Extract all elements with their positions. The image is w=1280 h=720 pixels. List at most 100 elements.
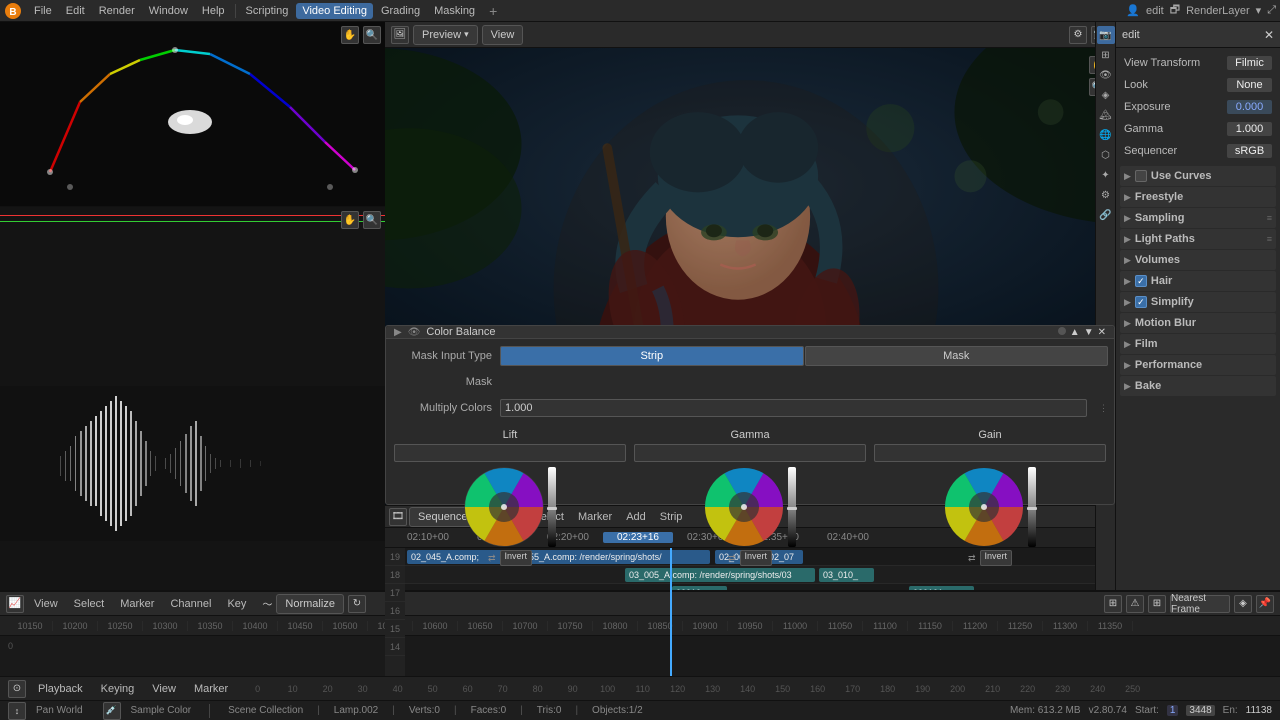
lift-input-bar[interactable] (394, 444, 626, 462)
simplify-checkbox[interactable]: ✓ (1135, 296, 1147, 308)
cb-expand-icon[interactable]: ▶ (394, 327, 402, 338)
end-frame-value[interactable]: 11138 (1246, 705, 1272, 716)
zoom-btn[interactable]: 🔍 (363, 26, 381, 44)
preview-icon-btn[interactable]: 🖼 (391, 26, 409, 44)
view-btn[interactable]: View (482, 25, 524, 45)
vt-value[interactable]: Filmic (1227, 56, 1272, 70)
multiply-input[interactable]: 1.000 (500, 399, 1087, 417)
hair-checkbox[interactable]: ✓ (1135, 275, 1147, 287)
anim-pin-btn[interactable]: 📌 (1256, 595, 1274, 613)
sidebar-icon-particles[interactable]: ✦ (1097, 166, 1115, 184)
section-use-curves[interactable]: ▶ Use Curves (1120, 166, 1276, 186)
anim-menu-view[interactable]: View (28, 596, 64, 612)
sidebar-icon-physics[interactable]: ⚙ (1097, 186, 1115, 204)
menu-window[interactable]: Window (143, 3, 194, 19)
pan-world-icon[interactable]: ↕ (8, 702, 26, 720)
sidebar-icon-render[interactable]: 📷 (1097, 26, 1115, 44)
menu-edit[interactable]: Edit (60, 3, 91, 19)
preview-settings-btn[interactable]: ⚙ (1069, 26, 1087, 44)
anim-settings1[interactable]: ⊞ (1104, 595, 1122, 613)
gamma-color-wheel[interactable] (704, 467, 784, 547)
sample-color-icon[interactable]: 💉 (103, 702, 121, 720)
gamma-slider-handle[interactable] (787, 507, 797, 510)
sidebar-icon-output[interactable]: ⊞ (1097, 46, 1115, 64)
strip-btn[interactable]: Strip (500, 346, 804, 366)
anim-snap-btn[interactable]: ◈ (1234, 595, 1252, 613)
normalize-refresh-btn[interactable]: ↻ (348, 595, 366, 613)
pb-marker-btn[interactable]: Marker (188, 681, 234, 697)
gamma-slider[interactable] (788, 467, 796, 547)
anim-settings2[interactable]: ⚠ (1126, 595, 1144, 613)
anim-menu-select[interactable]: Select (68, 596, 111, 612)
expand-icon[interactable]: ⤢ (1267, 4, 1276, 17)
sidebar-icon-scene[interactable]: 🏔 (1097, 106, 1115, 124)
window-controls[interactable]: 🗗 (1170, 1, 1180, 20)
gamma-value[interactable]: 1.000 (1227, 122, 1272, 136)
right-close-btn[interactable]: ✕ (1264, 28, 1274, 42)
normalize-btn[interactable]: Normalize (276, 594, 344, 614)
gain-slider-handle[interactable] (1027, 507, 1037, 510)
pb-playback-icon[interactable]: ⊙ (8, 680, 26, 698)
start-frame-value[interactable]: 1 (1167, 705, 1179, 716)
gamma-input-bar[interactable] (634, 444, 866, 462)
pb-view-btn[interactable]: View (146, 681, 182, 697)
menu-render[interactable]: Render (93, 3, 141, 19)
hand-tool-btn[interactable]: ✋ (341, 26, 359, 44)
bl-zoom-btn[interactable]: 🔍 (363, 211, 381, 229)
lift-slider-handle[interactable] (547, 507, 557, 510)
menu-help[interactable]: Help (196, 3, 231, 19)
cb-close-btn[interactable]: ✕ (1098, 327, 1106, 338)
tab-grading[interactable]: Grading (375, 3, 426, 19)
cb-down-btn[interactable]: ▼ (1084, 327, 1094, 338)
section-performance[interactable]: ▶ Performance (1120, 355, 1276, 375)
gain-color-wheel[interactable] (944, 467, 1024, 547)
sidebar-icon-view[interactable]: 👁 (1097, 66, 1115, 84)
lift-invert-btn[interactable]: Invert (500, 550, 533, 566)
curve-viewport[interactable]: ✋ 🔍 (0, 22, 385, 207)
seq-value[interactable]: sRGB (1227, 144, 1272, 158)
menu-file-label[interactable]: File (28, 3, 58, 19)
curves-checkbox[interactable] (1135, 170, 1147, 182)
gain-input-bar[interactable] (874, 444, 1106, 462)
anim-settings3[interactable]: ⊞ (1148, 595, 1166, 613)
pb-keying-btn[interactable]: Keying (95, 681, 141, 697)
section-film[interactable]: ▶ Film (1120, 334, 1276, 354)
section-sampling[interactable]: ▶ Sampling ≡ (1120, 208, 1276, 228)
anim-menu-key[interactable]: Key (221, 596, 252, 612)
gamma-invert-icon: ⇄ (728, 553, 736, 564)
preview-dropdown[interactable]: Preview (413, 25, 478, 45)
sidebar-icon-object[interactable]: ⬡ (1097, 146, 1115, 164)
anim-menu-marker[interactable]: Marker (114, 596, 160, 612)
bl-hand-btn[interactable]: ✋ (341, 211, 359, 229)
mask-btn[interactable]: Mask (805, 346, 1109, 366)
gain-invert-btn[interactable]: Invert (980, 550, 1013, 566)
lift-slider[interactable] (548, 467, 556, 547)
tab-scripting[interactable]: Scripting (240, 3, 295, 19)
sidebar-icon-world[interactable]: 🌐 (1097, 126, 1115, 144)
interp-dropdown[interactable]: Nearest Frame (1170, 595, 1230, 613)
exposure-value[interactable]: 0.000 (1227, 100, 1272, 114)
lift-color-wheel[interactable] (464, 467, 544, 547)
gain-slider[interactable] (1028, 467, 1036, 547)
section-simplify[interactable]: ▶ ✓ Simplify (1120, 292, 1276, 312)
look-value[interactable]: None (1227, 78, 1272, 92)
pb-playback-btn[interactable]: Playback (32, 681, 89, 697)
anim-icon-btn[interactable]: 📈 (6, 595, 24, 613)
section-hair[interactable]: ▶ ✓ Hair (1120, 271, 1276, 291)
sidebar-icon-constraints[interactable]: 🔗 (1097, 206, 1115, 224)
tab-add[interactable]: + (483, 1, 503, 21)
section-freestyle[interactable]: ▶ Freestyle (1120, 187, 1276, 207)
section-bake[interactable]: ▶ Bake (1120, 376, 1276, 396)
tab-video-editing[interactable]: Video Editing (296, 3, 373, 19)
sidebar-icon-compositor[interactable]: ◈ (1097, 86, 1115, 104)
cb-up-btn[interactable]: ▲ (1070, 327, 1080, 338)
section-light-paths[interactable]: ▶ Light Paths ≡ (1120, 229, 1276, 249)
gamma-invert-btn[interactable]: Invert (740, 550, 773, 566)
current-frame-value[interactable]: 3448 (1186, 705, 1214, 716)
tab-masking[interactable]: Masking (428, 3, 481, 19)
section-volumes[interactable]: ▶ Volumes (1120, 250, 1276, 270)
anim-menu-channel[interactable]: Channel (164, 596, 217, 612)
render-layer-dropdown[interactable]: ▾ (1256, 4, 1262, 17)
section-motion-blur[interactable]: ▶ Motion Blur (1120, 313, 1276, 333)
cb-eye-icon[interactable]: 👁 (408, 327, 421, 338)
